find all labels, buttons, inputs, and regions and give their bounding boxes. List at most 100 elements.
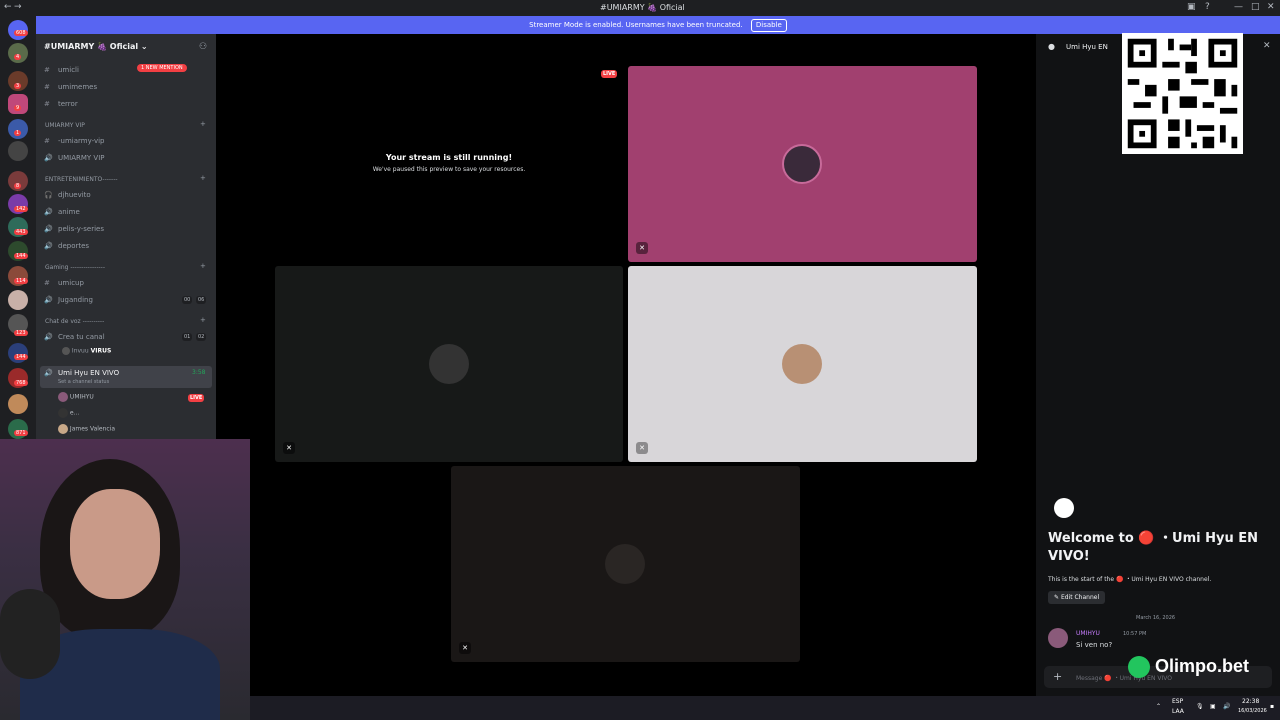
notifications-icon[interactable]: ▪ (1270, 703, 1274, 710)
language-top[interactable]: ESP (1172, 698, 1183, 705)
member-james[interactable]: James Valencia (58, 424, 115, 434)
server-badge: 144 (14, 253, 28, 259)
channel-item[interactable]: # umicup (44, 276, 212, 290)
server-icon[interactable] (8, 419, 28, 439)
active-voice-channel[interactable]: 🔊 Umi Hyu EN VIVO 3:58 Set a channel stat… (40, 366, 212, 388)
server-icon-active[interactable] (8, 94, 28, 114)
participant-tile[interactable]: ✕ (275, 266, 623, 462)
add-channel-icon[interactable]: + (200, 120, 206, 128)
category-voice[interactable]: Chat de voz ---------- (45, 318, 104, 325)
muted-icon: ✕ (636, 242, 648, 254)
volume-icon[interactable]: 🔊 (1223, 703, 1230, 710)
edit-channel-button[interactable]: ✎ Edit Channel (1048, 591, 1106, 604)
inbox-icon[interactable]: ▣ (1187, 2, 1196, 12)
message-time: 10:57 PM (1123, 631, 1147, 637)
close-chat-icon[interactable]: ✕ (1263, 41, 1271, 51)
sponsor-name: Olimpo.bet (1155, 656, 1250, 676)
participant-tile[interactable]: ✕ (628, 66, 977, 262)
channel-status[interactable]: Set a channel status (58, 375, 109, 389)
disable-button[interactable]: Disable (750, 19, 787, 32)
network-icon[interactable]: ▣ (1210, 703, 1216, 710)
channel-item[interactable]: 🔊 anime (44, 205, 212, 219)
member-name: UMIHYU (69, 393, 94, 401)
channel-item[interactable]: 🔊 UMIARMY VIP (44, 151, 212, 165)
chat-bubble-icon (1054, 498, 1074, 518)
os-taskbar: ⌃ ESP LAA 🎙 ▣ 🔊 22:38 16/03/2026 ▪ (250, 696, 1280, 720)
channel-item[interactable]: # umicli (44, 63, 212, 77)
avatar (605, 544, 645, 584)
user-limit: 02 (196, 333, 207, 341)
edit-channel-label: Edit Channel (1060, 594, 1100, 601)
chevron-up-icon[interactable]: ⌃ (1156, 703, 1161, 710)
participant-tile[interactable]: ✕ (628, 266, 977, 462)
mic-icon[interactable]: 🎙 (1196, 703, 1204, 710)
hash-icon: # (44, 100, 50, 108)
speaker-icon: 🔊 (44, 242, 53, 250)
server-icon[interactable] (8, 343, 28, 363)
category-entretenimiento[interactable]: ENTRETENIMIENTO------- (45, 176, 118, 183)
server-icon[interactable] (8, 43, 28, 63)
channel-name: UMIARMY VIP (58, 154, 105, 162)
hash-icon: # (44, 137, 50, 145)
channel-name: deportes (58, 242, 90, 250)
channel-item[interactable]: # umimemes (44, 80, 212, 94)
channel-item[interactable]: 🔊 deportes (44, 239, 212, 253)
voice-user[interactable]: Invuu VIRUS (62, 347, 111, 355)
server-name[interactable]: #UMIARMY 🍇 Oficial ⌄ (44, 42, 148, 51)
server-badge: 144 (14, 354, 28, 360)
channel-item[interactable]: # -umiarmy-vip (44, 134, 212, 148)
category-gaming[interactable]: Gaming ---------------- (45, 264, 105, 271)
server-badge: 142 (14, 206, 28, 212)
welcome-title: Welcome to 🔴 ・Umi Hyu EN VIVO! (1048, 531, 1259, 564)
banner-text: Streamer Mode is enabled. Usernames have… (529, 21, 743, 29)
minimize-icon[interactable]: — (1234, 2, 1243, 12)
server-badge: 1 (14, 130, 22, 136)
invite-icon[interactable]: ⚇ (199, 42, 207, 52)
channel-name: anime (58, 208, 80, 216)
webcam-feed (0, 439, 250, 720)
message-author[interactable]: UMIHYU (1076, 630, 1100, 637)
channel-name: Crea tu canal (58, 333, 105, 341)
stream-preview-tile[interactable]: Your stream is still running! We've paus… (275, 66, 623, 262)
member-name: e... (69, 409, 80, 417)
server-badge: 114 (14, 278, 28, 284)
add-channel-icon[interactable]: + (200, 316, 206, 324)
new-mention-badge[interactable]: 1 NEW MENTION (137, 64, 187, 72)
member-umihyu[interactable]: UMIHYU (58, 392, 94, 402)
server-icon[interactable] (8, 290, 28, 310)
server-icon[interactable] (8, 141, 28, 161)
member-e[interactable]: e... (58, 408, 79, 418)
add-attachment-icon[interactable]: + (1053, 670, 1062, 683)
speaker-icon: 🔊 (44, 154, 53, 162)
channel-name: umicli (58, 66, 79, 74)
avatar (1048, 628, 1068, 648)
server-icon[interactable] (8, 119, 28, 139)
sponsor-logo-icon (1128, 656, 1150, 679)
clock-time[interactable]: 22:38 (1242, 698, 1259, 705)
channel-item[interactable]: # terror (44, 97, 212, 111)
participant-tile[interactable]: ✕ (451, 466, 800, 662)
microphone (0, 589, 60, 679)
muted-icon: ✕ (283, 442, 295, 454)
server-badge: 123 (14, 330, 28, 336)
streamer-mode-banner: Streamer Mode is enabled. Usernames have… (36, 16, 1280, 34)
add-channel-icon[interactable]: + (200, 174, 206, 182)
avatar (58, 424, 68, 434)
category-vip[interactable]: UMIARMY VIP (45, 122, 85, 129)
avatar (58, 392, 68, 402)
live-badge: LIVE (188, 394, 205, 402)
avatar (429, 344, 469, 384)
help-icon[interactable]: ? (1205, 2, 1210, 12)
channel-name: umicup (58, 279, 84, 287)
back-icon[interactable]: ← (4, 2, 12, 12)
channel-item[interactable]: 🔊 pelis-y-series (44, 222, 212, 236)
channel-item[interactable]: 🎧 djhuevito (44, 188, 212, 202)
add-channel-icon[interactable]: + (200, 262, 206, 270)
close-window-icon[interactable]: ✕ (1267, 2, 1275, 12)
maximize-icon[interactable]: □ (1251, 2, 1260, 12)
channel-name: terror (58, 100, 78, 108)
server-icon[interactable] (8, 394, 28, 414)
streamer-face (70, 489, 160, 599)
forward-icon[interactable]: → (14, 2, 22, 12)
channel-name: djhuevito (58, 191, 91, 199)
